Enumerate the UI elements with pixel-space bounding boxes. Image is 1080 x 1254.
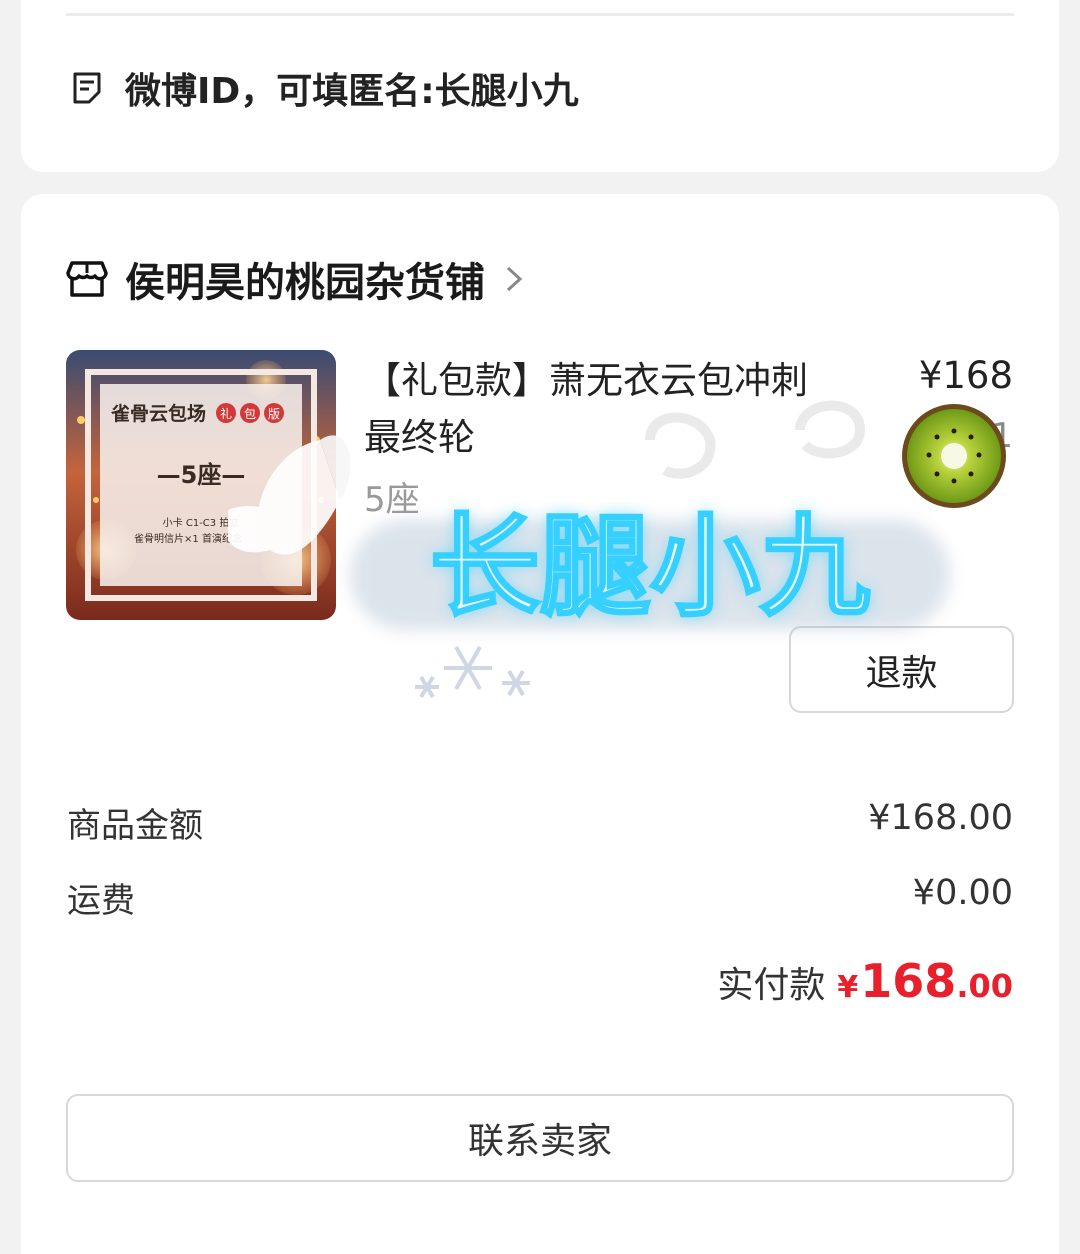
order-card: 侯明昊的桃园杂货铺 雀骨云包场 礼 包 版 —5座— 小卡 C1-C3 拍立 雀… — [21, 194, 1059, 1254]
remark-text: 微博ID，可填匿名:长腿小九 — [125, 71, 579, 112]
paid-currency: ¥ — [837, 970, 859, 1005]
divider — [66, 13, 1014, 16]
product-spec: 5座 — [364, 480, 420, 520]
poster-line1: 小卡 C1-C3 拍立 — [163, 516, 240, 529]
poster-heading: 雀骨云包场 — [110, 402, 206, 425]
note-icon — [73, 72, 101, 104]
product-quantity: 1 — [991, 416, 1013, 456]
poster-badge-1: 礼 — [220, 406, 232, 421]
paid-amount-decimal: .00 — [956, 967, 1013, 1005]
shop-name[interactable]: 侯明昊的桃园杂货铺 — [125, 250, 485, 308]
poster-badge-3: 版 — [268, 407, 280, 421]
product-price: ¥168 — [918, 354, 1013, 397]
chevron-right-icon — [506, 266, 523, 292]
product-title[interactable]: 【礼包款】萧无衣云包冲刺最终轮 — [364, 352, 844, 466]
remark-card: 微博ID，可填匿名:长腿小九 — [21, 0, 1059, 172]
paid-label: 实付款 — [717, 965, 826, 1006]
remark-row: 微博ID，可填匿名:长腿小九 — [69, 62, 579, 114]
shop-header[interactable]: 侯明昊的桃园杂货铺 — [65, 250, 525, 308]
shipping-value: ¥0.00 — [912, 873, 1013, 913]
product-image[interactable]: 雀骨云包场 礼 包 版 —5座— 小卡 C1-C3 拍立 雀骨明信片×1 首演纪… — [66, 350, 336, 620]
poster-line2: 雀骨明信片×1 首演纪念 — [134, 532, 242, 545]
shipping-label: 运费 — [67, 881, 135, 921]
contact-seller-button[interactable]: 联系卖家 — [66, 1094, 1014, 1182]
store-icon — [66, 261, 108, 297]
goods-amount-value: ¥168.00 — [868, 798, 1013, 838]
paid-amount-integer: 168 — [860, 954, 957, 1008]
paid-total-row: 实付款 ¥ 168 .00 — [717, 954, 1013, 1008]
refund-button[interactable]: 退款 — [789, 626, 1014, 713]
poster-badge-2: 包 — [244, 407, 256, 421]
poster-seats: —5座— — [157, 461, 246, 489]
goods-amount-label: 商品金额 — [67, 806, 203, 846]
